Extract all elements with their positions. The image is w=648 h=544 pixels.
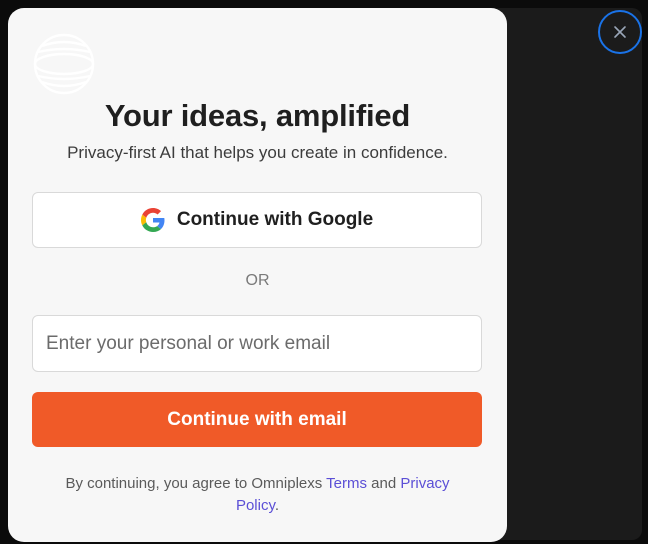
google-button-label: Continue with Google xyxy=(176,209,374,230)
close-icon xyxy=(614,26,626,38)
modal-title: Your ideas, amplified xyxy=(104,98,411,133)
continue-with-email-button[interactable]: Continue with email xyxy=(32,392,482,447)
or-divider: OR xyxy=(245,272,270,289)
modal-subtitle: Privacy-first AI that helps you create i… xyxy=(67,143,448,162)
terms-link[interactable]: Terms xyxy=(326,475,367,492)
legal-suffix: . xyxy=(274,497,280,514)
google-icon xyxy=(140,208,165,232)
close-button[interactable] xyxy=(598,10,642,54)
legal-notice: By continuing, you agree to Omniplexs Te… xyxy=(48,473,467,517)
email-input[interactable] xyxy=(32,315,482,372)
globe-logo-icon xyxy=(33,33,95,95)
sign-in-modal: Your ideas, amplified Privacy-first AI t… xyxy=(8,8,507,542)
legal-and: and xyxy=(367,475,401,492)
background-panel xyxy=(490,8,642,540)
email-button-label: Continue with email xyxy=(167,408,347,430)
continue-with-google-button[interactable]: Continue with Google xyxy=(32,192,482,248)
legal-prefix: By continuing, you agree to Omniplexs xyxy=(65,475,327,492)
